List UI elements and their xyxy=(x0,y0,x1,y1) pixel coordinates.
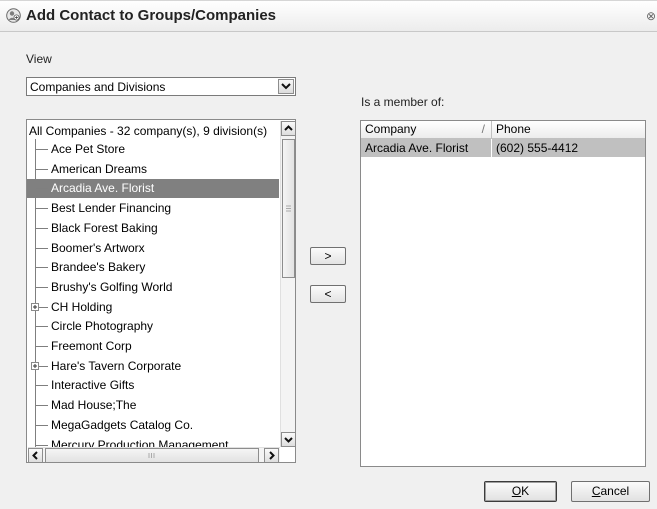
tree-item[interactable]: CH Holding xyxy=(27,298,279,317)
horizontal-scroll-thumb[interactable] xyxy=(45,448,259,462)
tree-branch-line xyxy=(36,326,48,328)
dialog-title: Add Contact to Groups/Companies xyxy=(26,7,277,24)
grip-icon xyxy=(148,453,155,458)
tree-branch-line xyxy=(36,385,48,387)
phone-cell: (602) 555-4412 xyxy=(496,141,579,155)
tree-item[interactable]: Interactive Gifts xyxy=(27,376,279,395)
close-icon[interactable]: ⊗ xyxy=(645,9,657,23)
tree-item-label: MegaGadgets Catalog Co. xyxy=(51,417,194,432)
chevron-right-icon xyxy=(269,451,275,460)
chevron-left-icon xyxy=(32,451,38,460)
sort-icon: / xyxy=(481,122,485,136)
dropdown-arrow-button[interactable] xyxy=(278,79,294,94)
add-to-group-button[interactable]: > xyxy=(310,247,346,265)
tree-branch-line xyxy=(36,149,48,150)
tree-branch-line xyxy=(36,208,48,210)
tree-item-label: Brandee's Bakery xyxy=(51,260,146,275)
view-label: View xyxy=(26,52,52,66)
tree-branch-line xyxy=(36,188,48,190)
tree-item[interactable]: American Dreams xyxy=(27,160,279,179)
tree-item-label: Ace Pet Store xyxy=(51,142,126,156)
title-bar: Add Contact to Groups/Companies ⊗ xyxy=(0,1,657,32)
scroll-right-button[interactable] xyxy=(264,448,279,462)
tree-item-label: Mad House;The xyxy=(51,398,137,413)
horizontal-scrollbar[interactable] xyxy=(28,447,280,462)
column-header-phone-label: Phone xyxy=(496,122,531,136)
grip-icon xyxy=(286,205,291,212)
tree-item[interactable]: MegaGadgets Catalog Co. xyxy=(27,416,279,435)
scroll-down-button[interactable] xyxy=(281,432,295,447)
tree-item-label: Black Forest Baking xyxy=(51,220,158,235)
tree-item[interactable]: Freemont Corp xyxy=(27,337,279,356)
tree-branch-line xyxy=(36,286,48,288)
column-header-phone[interactable]: Phone xyxy=(492,121,645,138)
chevron-up-icon xyxy=(284,125,293,131)
tree-item-label: Circle Photography xyxy=(51,319,154,334)
tree-branch-line xyxy=(36,267,48,269)
tree-branch-line xyxy=(36,444,48,446)
scroll-up-button[interactable] xyxy=(281,121,295,136)
tree-item-label: Freemont Corp xyxy=(51,339,132,353)
expand-plus-icon[interactable] xyxy=(31,302,39,311)
tree-root-label[interactable]: All Companies - 32 company(s), 9 divisio… xyxy=(29,122,267,141)
tree-branch-line xyxy=(36,424,48,426)
tree-item[interactable]: Brandee's Bakery xyxy=(27,258,279,277)
cancel-button[interactable]: Cancel xyxy=(571,481,650,502)
tree-item-label: Hare's Tavern Corporate xyxy=(51,358,182,373)
tree-item-label: Brushy's Golfing World xyxy=(51,279,173,294)
vertical-scroll-thumb[interactable] xyxy=(282,139,295,278)
company-cell: Arcadia Ave. Florist xyxy=(361,139,492,157)
column-header-company-label: Company xyxy=(365,122,417,136)
tree-item[interactable]: Brushy's Golfing World xyxy=(27,278,279,297)
tree-branch-line xyxy=(36,168,48,170)
tree-branch-line xyxy=(36,346,48,347)
tree-item-label: CH Holding xyxy=(51,299,113,314)
view-dropdown-value: Companies and Divisions xyxy=(30,80,166,94)
companies-tree[interactable]: All Companies - 32 company(s), 9 divisio… xyxy=(26,119,296,463)
expand-plus-icon[interactable] xyxy=(31,361,39,370)
ok-button[interactable]: OK xyxy=(484,481,557,502)
member-of-label: Is a member of: xyxy=(361,95,445,109)
tree-item[interactable]: Ace Pet Store xyxy=(27,140,279,159)
tree-branch-line xyxy=(36,247,48,249)
cancel-button-label: Cancel xyxy=(591,484,630,498)
contact-group-icon xyxy=(6,8,21,23)
remove-from-group-button[interactable]: < xyxy=(310,285,346,303)
grid-header: Company / Phone xyxy=(361,121,645,139)
dialog-window: Add Contact to Groups/Companies ⊗ View C… xyxy=(0,0,657,509)
scroll-left-button[interactable] xyxy=(28,448,43,462)
tree-item[interactable]: Black Forest Baking xyxy=(27,219,279,238)
tree-branch-line xyxy=(36,405,48,407)
tree-item-label: Boomer's Artworx xyxy=(51,240,145,255)
table-row[interactable]: Arcadia Ave. Florist (602) 555-4412 xyxy=(361,139,645,157)
tree-item[interactable]: Circle Photography xyxy=(27,317,279,336)
tree-item[interactable]: Boomer's Artworx xyxy=(27,239,279,258)
member-of-grid[interactable]: Company / Phone Arcadia Ave. Florist (60… xyxy=(360,120,646,467)
tree-item[interactable]: Arcadia Ave. Florist xyxy=(27,179,279,199)
tree-item-label: American Dreams xyxy=(51,161,148,176)
tree-item[interactable]: Mad House;The xyxy=(27,396,279,415)
ok-button-label: OK xyxy=(511,484,530,498)
chevron-down-icon xyxy=(284,437,293,443)
chevron-down-icon xyxy=(281,83,291,90)
tree-item-label: Arcadia Ave. Florist xyxy=(51,181,155,196)
tree-item-label: Interactive Gifts xyxy=(51,378,135,393)
tree-item[interactable]: Hare's Tavern Corporate xyxy=(27,357,279,376)
view-dropdown[interactable]: Companies and Divisions xyxy=(26,77,296,96)
tree-branch-line xyxy=(36,227,48,229)
column-header-company[interactable]: Company / xyxy=(361,121,492,138)
vertical-scrollbar[interactable] xyxy=(280,121,295,447)
tree-item-label: Best Lender Financing xyxy=(51,201,172,216)
tree-item[interactable]: Best Lender Financing xyxy=(27,199,279,218)
